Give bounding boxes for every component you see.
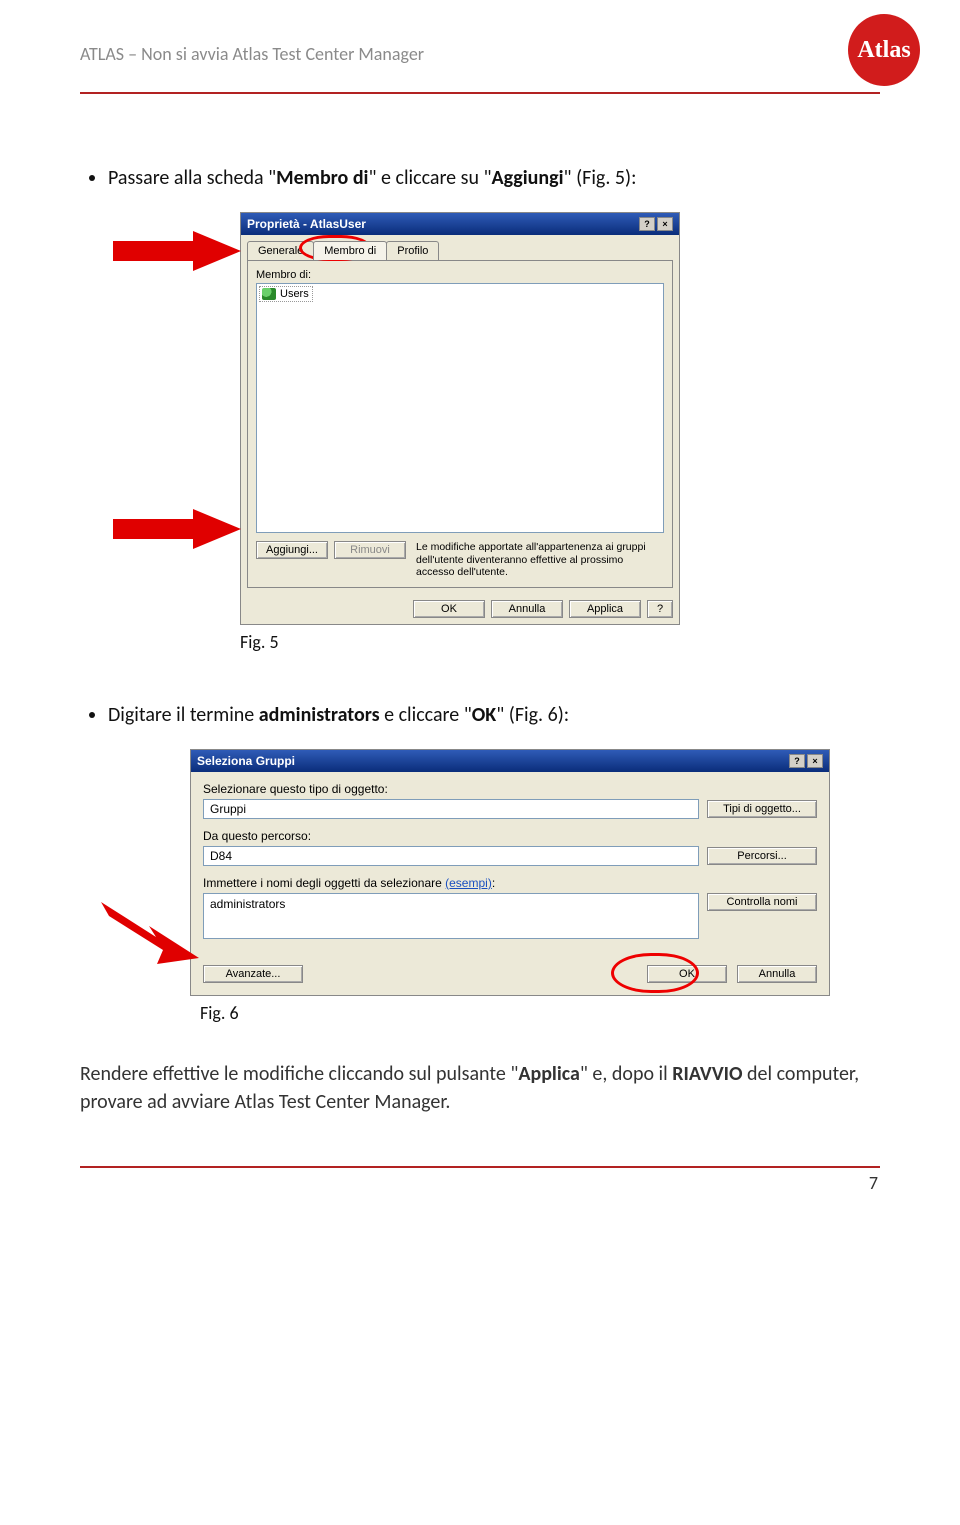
screenshot-fig6: Seleziona Gruppi ? × Selezionare questo … [190,749,830,996]
tab-membro-di[interactable]: Membro di [313,241,387,260]
window-titlebar: Proprietà - AtlasUser ? × [241,213,679,235]
footer-rule [80,1166,880,1168]
tipi-oggetto-button[interactable]: Tipi di oggetto... [707,800,817,818]
instruction-step-1: Passare alla scheda "Membro di" e clicca… [108,164,880,192]
help-icon[interactable]: ? [789,754,805,768]
window-titlebar: Seleziona Gruppi ? × [191,750,829,772]
location-field: D84 [203,846,699,866]
ok-button[interactable]: OK [647,965,727,983]
tab-profilo[interactable]: Profilo [386,241,439,260]
membro-di-label: Membro di: [256,269,664,281]
help-icon[interactable]: ? [639,217,655,231]
annulla-button[interactable]: Annulla [737,965,817,983]
esempi-link[interactable]: (esempi) [445,876,492,890]
list-item[interactable]: Users [259,286,313,302]
groups-listbox[interactable]: Users [256,283,664,533]
controlla-nomi-button[interactable]: Controlla nomi [707,893,817,911]
object-type-label: Selezionare questo tipo di oggetto: [203,782,817,796]
red-arrow-icon [113,231,243,281]
header-rule [80,92,880,94]
users-group-icon [262,288,276,300]
window-title: Proprietà - AtlasUser [247,217,366,231]
final-instruction: Rendere effettive le modifiche cliccando… [80,1060,880,1116]
annulla-button[interactable]: Annulla [491,600,563,618]
red-arrow-icon [101,902,201,972]
object-names-label: Immettere i nomi degli oggetti da selezi… [203,876,817,890]
object-names-input[interactable]: administrators [203,893,699,939]
close-icon[interactable]: × [807,754,823,768]
close-icon[interactable]: × [657,217,673,231]
applica-button[interactable]: Applica [569,600,641,618]
percorsi-button[interactable]: Percorsi... [707,847,817,865]
object-type-field: Gruppi [203,799,699,819]
location-label: Da questo percorso: [203,829,817,843]
ok-button[interactable]: OK [413,600,485,618]
figure-caption-6: Fig. 6 [200,1002,880,1024]
atlas-logo: Atlas [848,14,920,86]
window-title: Seleziona Gruppi [197,754,295,768]
aggiungi-button[interactable]: Aggiungi... [256,541,328,559]
tab-generale[interactable]: Generale [247,241,314,260]
red-arrow-icon [113,509,243,559]
help-button[interactable]: ? [647,600,673,618]
rimuovi-button[interactable]: Rimuovi [334,541,406,559]
screenshot-fig5: Proprietà - AtlasUser ? × Generale Membr… [240,212,680,625]
instruction-step-2: Digitare il termine administrators e cli… [108,701,880,729]
header-text: ATLAS – Non si avvia Atlas Test Center M… [80,39,424,67]
avanzate-button[interactable]: Avanzate... [203,965,303,983]
membership-note: Le modifiche apportate all'appartenenza … [412,541,664,579]
figure-caption-5: Fig. 5 [240,631,880,653]
page-number: 7 [80,1172,880,1194]
